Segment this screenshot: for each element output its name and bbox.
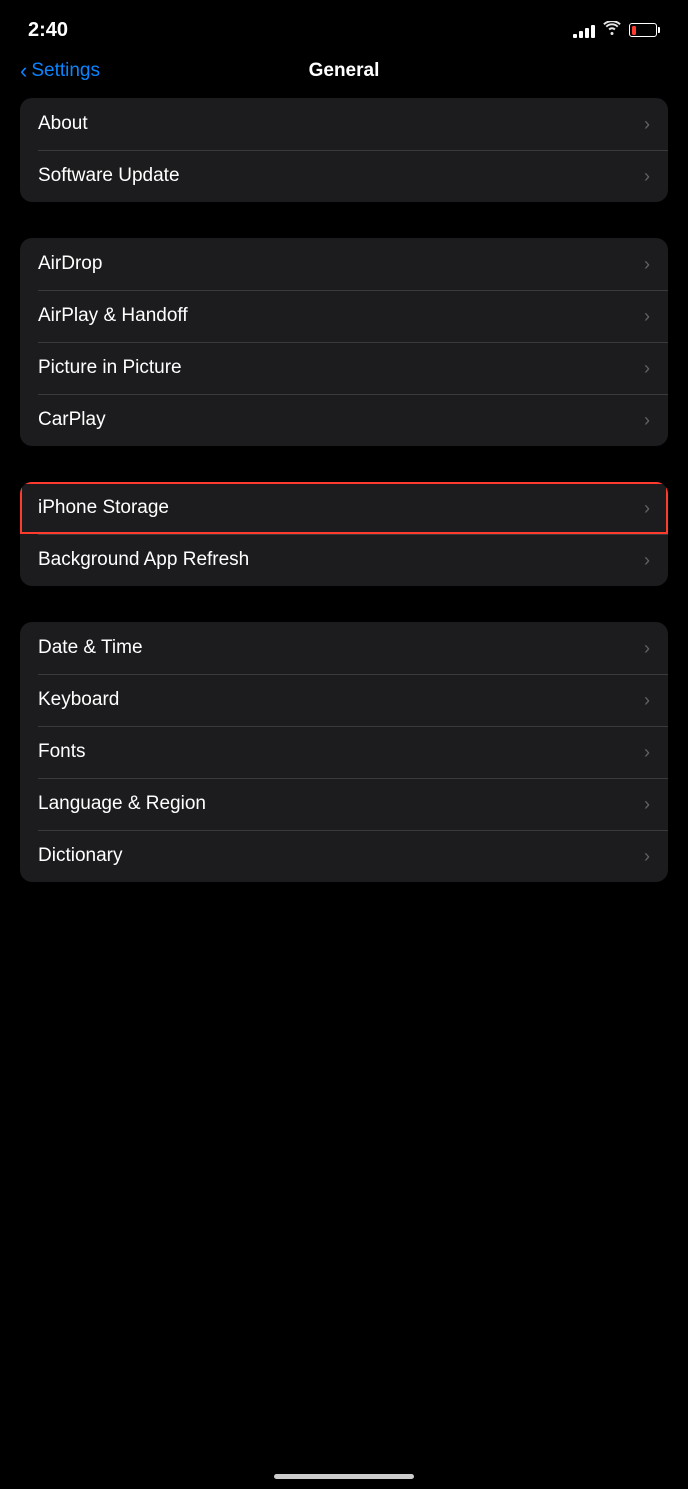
language-region-item[interactable]: Language & Region › [20, 778, 668, 830]
airdrop-item[interactable]: AirDrop › [20, 238, 668, 290]
keyboard-item[interactable]: Keyboard › [20, 674, 668, 726]
back-label: Settings [31, 60, 100, 82]
section-storage: iPhone Storage › Background App Refresh … [20, 482, 668, 586]
airplay-handoff-item[interactable]: AirPlay & Handoff › [20, 290, 668, 342]
status-time: 2:40 [28, 19, 68, 42]
section-datetime: Date & Time › Keyboard › Fonts › Languag… [20, 622, 668, 882]
signal-bars-icon [573, 22, 595, 38]
iphone-storage-chevron-icon: › [644, 498, 650, 519]
dictionary-chevron-icon: › [644, 846, 650, 867]
software-update-label: Software Update [38, 165, 180, 187]
software-update-chevron-icon: › [644, 166, 650, 187]
about-item[interactable]: About › [20, 98, 668, 150]
about-label: About [38, 113, 88, 135]
dictionary-item[interactable]: Dictionary › [20, 830, 668, 882]
iphone-storage-item[interactable]: iPhone Storage › [20, 482, 668, 534]
airdrop-label: AirDrop [38, 253, 102, 275]
date-time-label: Date & Time [38, 637, 143, 659]
fonts-chevron-icon: › [644, 742, 650, 763]
back-chevron-icon: ‹ [20, 60, 27, 82]
section-about: About › Software Update › [20, 98, 668, 202]
section-airdrop: AirDrop › AirPlay & Handoff › Picture in… [20, 238, 668, 446]
software-update-item[interactable]: Software Update › [20, 150, 668, 202]
nav-bar: ‹ Settings General [0, 54, 688, 98]
background-app-refresh-label: Background App Refresh [38, 549, 249, 571]
airplay-handoff-chevron-icon: › [644, 306, 650, 327]
airdrop-chevron-icon: › [644, 254, 650, 275]
carplay-item[interactable]: CarPlay › [20, 394, 668, 446]
background-app-refresh-item[interactable]: Background App Refresh › [20, 534, 668, 586]
fonts-label: Fonts [38, 741, 86, 763]
status-bar: 2:40 [0, 0, 688, 54]
battery-icon [629, 23, 660, 37]
language-region-chevron-icon: › [644, 794, 650, 815]
wifi-icon [603, 21, 621, 40]
picture-in-picture-item[interactable]: Picture in Picture › [20, 342, 668, 394]
keyboard-chevron-icon: › [644, 690, 650, 711]
back-button[interactable]: ‹ Settings [20, 60, 100, 82]
iphone-storage-label: iPhone Storage [38, 497, 169, 519]
background-app-refresh-chevron-icon: › [644, 550, 650, 571]
picture-in-picture-label: Picture in Picture [38, 357, 182, 379]
status-icons [573, 21, 660, 40]
carplay-chevron-icon: › [644, 410, 650, 431]
carplay-label: CarPlay [38, 409, 106, 431]
keyboard-label: Keyboard [38, 689, 119, 711]
settings-content: About › Software Update › AirDrop › AirP… [0, 98, 688, 882]
picture-in-picture-chevron-icon: › [644, 358, 650, 379]
home-indicator [274, 1474, 414, 1479]
page-title: General [309, 60, 380, 82]
about-chevron-icon: › [644, 114, 650, 135]
fonts-item[interactable]: Fonts › [20, 726, 668, 778]
dictionary-label: Dictionary [38, 845, 122, 867]
airplay-handoff-label: AirPlay & Handoff [38, 305, 188, 327]
date-time-chevron-icon: › [644, 638, 650, 659]
date-time-item[interactable]: Date & Time › [20, 622, 668, 674]
language-region-label: Language & Region [38, 793, 206, 815]
